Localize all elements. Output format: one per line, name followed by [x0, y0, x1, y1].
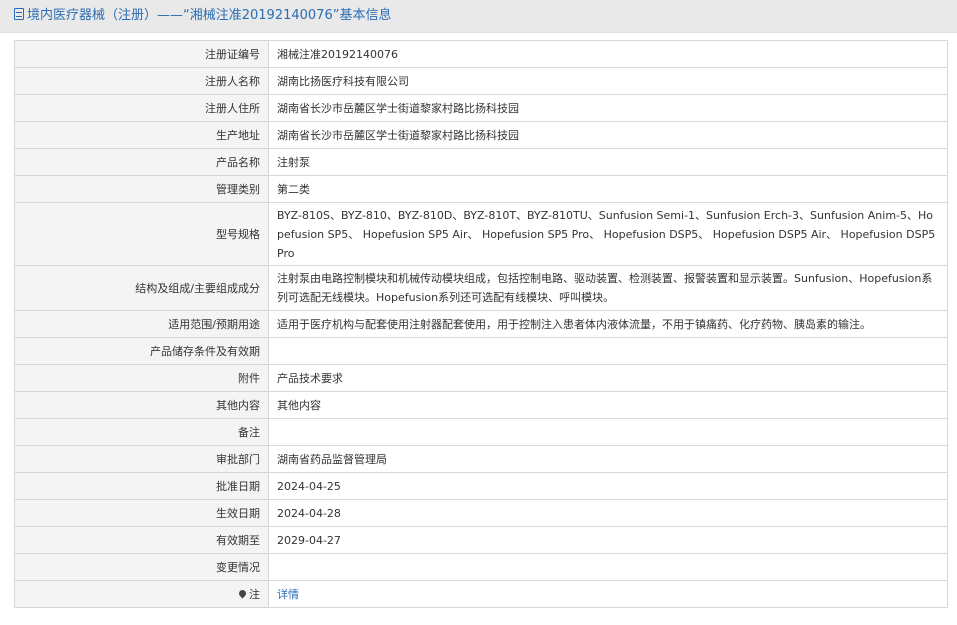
- row-value: 注射泵: [268, 148, 948, 176]
- note-label-cell: 注: [14, 580, 269, 608]
- table-row: 产品名称 注射泵: [14, 148, 948, 176]
- table-row: 管理类别 第二类: [14, 175, 948, 203]
- table-row: 生效日期 2024-04-28: [14, 499, 948, 527]
- row-label: 适用范围/预期用途: [14, 310, 269, 338]
- details-link[interactable]: 详情: [277, 588, 299, 601]
- row-value: 详情: [268, 580, 948, 608]
- row-label: 注册人名称: [14, 67, 269, 95]
- row-label: 有效期至: [14, 526, 269, 554]
- row-label: 管理类别: [14, 175, 269, 203]
- row-value: 注射泵由电路控制模块和机械传动模块组成，包括控制电路、驱动装置、检测装置、报警装…: [268, 265, 948, 311]
- page: 境内医疗器械（注册）——“湘械注准20192140076”基本信息 注册证编号 …: [0, 0, 957, 625]
- row-value: 湖南省药品监督管理局: [268, 445, 948, 473]
- table-row: 注册人住所 湖南省长沙市岳麓区学士街道黎家村路比扬科技园: [14, 94, 948, 122]
- row-label: 注册证编号: [14, 40, 269, 68]
- info-table-container: 注册证编号 湘械注准20192140076 注册人名称 湖南比扬医疗科技有限公司…: [14, 40, 948, 608]
- row-value: 2024-04-25: [268, 472, 948, 500]
- document-icon: [14, 8, 24, 20]
- table-row: 型号规格 BYZ-810S、BYZ-810、BYZ-810D、BYZ-810T、…: [14, 202, 948, 266]
- row-value: [268, 418, 948, 446]
- row-label: 型号规格: [14, 202, 269, 266]
- table-row: 注册证编号 湘械注准20192140076: [14, 40, 948, 68]
- row-value: [268, 337, 948, 365]
- row-value: 湖南省长沙市岳麓区学士街道黎家村路比扬科技园: [268, 94, 948, 122]
- row-value: 2029-04-27: [268, 526, 948, 554]
- row-value: [268, 553, 948, 581]
- table-row: 审批部门 湖南省药品监督管理局: [14, 445, 948, 473]
- table-row: 注 详情: [14, 580, 948, 608]
- row-label: 变更情况: [14, 553, 269, 581]
- row-label: 生效日期: [14, 499, 269, 527]
- info-table: 注册证编号 湘械注准20192140076 注册人名称 湖南比扬医疗科技有限公司…: [14, 40, 948, 608]
- table-row: 结构及组成/主要组成成分 注射泵由电路控制模块和机械传动模块组成，包括控制电路、…: [14, 265, 948, 311]
- table-row: 其他内容 其他内容: [14, 391, 948, 419]
- row-value: 湖南省长沙市岳麓区学士街道黎家村路比扬科技园: [268, 121, 948, 149]
- row-label: 批准日期: [14, 472, 269, 500]
- row-label: 审批部门: [14, 445, 269, 473]
- row-label: 产品名称: [14, 148, 269, 176]
- row-value: BYZ-810S、BYZ-810、BYZ-810D、BYZ-810T、BYZ-8…: [268, 202, 948, 266]
- table-row: 批准日期 2024-04-25: [14, 472, 948, 500]
- row-value: 第二类: [268, 175, 948, 203]
- table-row: 注册人名称 湖南比扬医疗科技有限公司: [14, 67, 948, 95]
- row-value: 湖南比扬医疗科技有限公司: [268, 67, 948, 95]
- row-label: 注: [249, 587, 260, 601]
- row-value: 产品技术要求: [268, 364, 948, 392]
- row-label: 产品储存条件及有效期: [14, 337, 269, 365]
- row-label: 附件: [14, 364, 269, 392]
- row-value: 湘械注准20192140076: [268, 40, 948, 68]
- row-label: 注册人住所: [14, 94, 269, 122]
- pin-icon: [237, 588, 248, 598]
- table-row: 有效期至 2029-04-27: [14, 526, 948, 554]
- row-value: 其他内容: [268, 391, 948, 419]
- table-row: 产品储存条件及有效期: [14, 337, 948, 365]
- table-row: 备注: [14, 418, 948, 446]
- page-header: 境内医疗器械（注册）——“湘械注准20192140076”基本信息: [0, 0, 957, 33]
- row-value: 2024-04-28: [268, 499, 948, 527]
- page-title: 境内医疗器械（注册）——“湘械注准20192140076”基本信息: [27, 8, 392, 23]
- row-label: 其他内容: [14, 391, 269, 419]
- row-label: 生产地址: [14, 121, 269, 149]
- table-row: 附件 产品技术要求: [14, 364, 948, 392]
- table-row: 生产地址 湖南省长沙市岳麓区学士街道黎家村路比扬科技园: [14, 121, 948, 149]
- row-label: 备注: [14, 418, 269, 446]
- table-row: 适用范围/预期用途 适用于医疗机构与配套使用注射器配套使用，用于控制注入患者体内…: [14, 310, 948, 338]
- row-value: 适用于医疗机构与配套使用注射器配套使用，用于控制注入患者体内液体流量，不用于镇痛…: [268, 310, 948, 338]
- row-label: 结构及组成/主要组成成分: [14, 265, 269, 311]
- table-row: 变更情况: [14, 553, 948, 581]
